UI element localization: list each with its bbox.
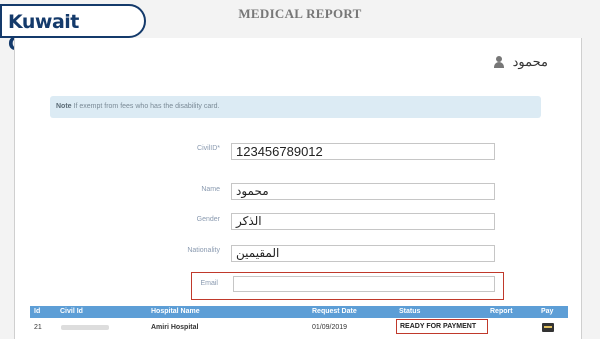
credit-card-icon[interactable] bbox=[542, 323, 554, 332]
email-label: Email bbox=[200, 280, 218, 287]
cell-civil-id-redacted bbox=[61, 325, 109, 330]
col-status: Status bbox=[399, 308, 421, 315]
name-label: Name bbox=[201, 186, 220, 193]
col-hospital-name: Hospital Name bbox=[151, 308, 200, 315]
table-header: Id Civil Id Hospital Name Request Date S… bbox=[30, 306, 568, 318]
col-id: Id bbox=[34, 308, 41, 315]
requests-table: Id Civil Id Hospital Name Request Date S… bbox=[30, 306, 568, 337]
note-banner: Note If exempt from fees who has the dis… bbox=[50, 96, 541, 118]
status-badge: READY FOR PAYMENT bbox=[396, 319, 488, 334]
civil-id-label: CivilID* bbox=[197, 145, 220, 152]
email-field[interactable] bbox=[233, 276, 495, 292]
cell-hospital: Amiri Hospital bbox=[151, 324, 199, 331]
col-request-date: Request Date bbox=[312, 308, 357, 315]
cell-date: 01/09/2019 bbox=[312, 324, 348, 331]
user-name: محمود bbox=[512, 54, 548, 69]
nationality-field[interactable]: المقيمين bbox=[231, 245, 495, 262]
col-civil-id: Civil Id bbox=[60, 308, 83, 315]
page-title: MEDICAL REPORT bbox=[238, 6, 362, 21]
name-field[interactable]: محمود bbox=[231, 183, 495, 200]
nationality-label: Nationality bbox=[187, 247, 220, 254]
col-report: Report bbox=[490, 308, 513, 315]
cell-id: 21 bbox=[34, 324, 42, 331]
note-prefix: Note bbox=[56, 103, 72, 110]
gender-field[interactable]: الذكر bbox=[231, 213, 495, 230]
table-row: 21 Amiri Hospital 01/09/2019 READY FOR P… bbox=[30, 318, 568, 337]
gender-label: Gender bbox=[196, 216, 220, 223]
user-icon bbox=[493, 56, 505, 68]
col-pay: Pay bbox=[541, 308, 554, 315]
user-display: محمود bbox=[493, 54, 548, 70]
note-text: If exempt from fees who has the disabili… bbox=[73, 103, 220, 110]
civil-id-field[interactable]: 123456789012 bbox=[231, 143, 495, 160]
